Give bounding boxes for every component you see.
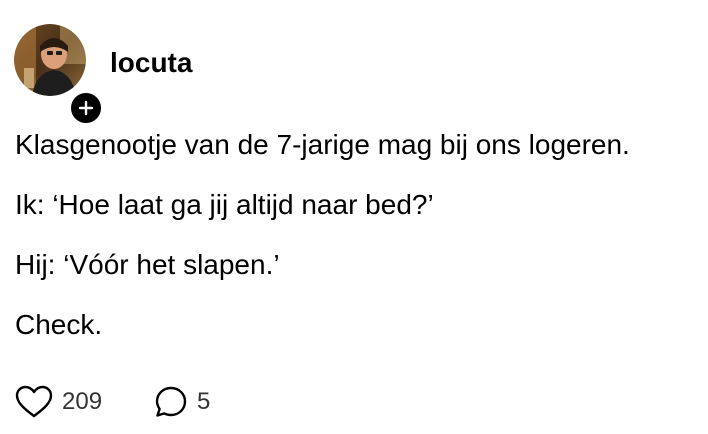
follow-button[interactable] xyxy=(68,90,104,126)
post-actions: 209 5 xyxy=(15,384,210,420)
avatar[interactable] xyxy=(14,24,86,96)
heart-icon xyxy=(15,385,53,418)
post-line: Ik: ‘Hoe laat ga jij altijd naar bed?’ xyxy=(15,189,434,220)
post-body: Klasgenootje van de 7-jarige mag bij ons… xyxy=(15,128,695,368)
comment-button[interactable]: 5 xyxy=(154,385,210,419)
post-line: Hij: ‘Vóór het slapen.’ xyxy=(15,249,280,280)
plus-icon xyxy=(78,100,94,116)
like-button[interactable]: 209 xyxy=(15,385,102,419)
comment-count: 5 xyxy=(197,388,211,415)
avatar-container[interactable] xyxy=(14,24,104,126)
comment-bubble-icon xyxy=(155,386,187,417)
like-count: 209 xyxy=(62,388,103,415)
post-line: Check. xyxy=(15,309,103,340)
post-card: locuta Klasgenootje van de 7-jarige mag … xyxy=(0,0,708,434)
post-header: locuta xyxy=(14,24,192,126)
author-username[interactable]: locuta xyxy=(110,46,192,80)
post-line: Klasgenootje van de 7-jarige mag bij ons… xyxy=(15,129,630,160)
